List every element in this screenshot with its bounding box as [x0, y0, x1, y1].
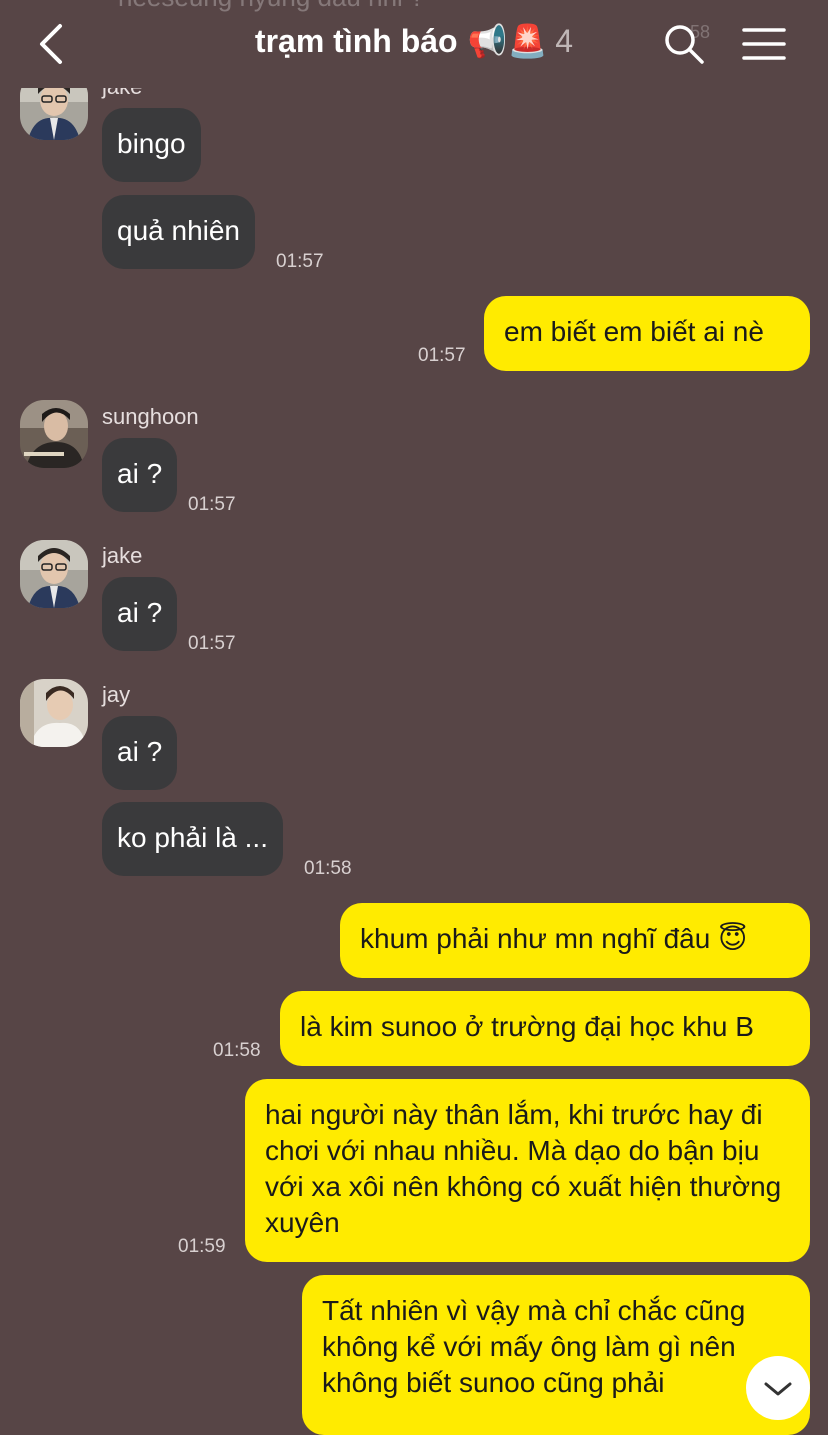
scroll-to-bottom-button[interactable]: [746, 1356, 810, 1420]
message-bubble[interactable]: quả nhiên: [102, 195, 256, 269]
message-time: 01:58: [213, 1040, 261, 1061]
chat-title: trạm tình báo: [254, 23, 458, 59]
chat-area: jake bingo quả nhiên 01:57 01:57 em biết…: [0, 0, 828, 1435]
chevron-down-icon: [764, 1382, 792, 1396]
message-time: 01:57: [276, 251, 324, 272]
hamburger-menu-icon: [742, 28, 786, 60]
message-time: 01:57: [418, 345, 466, 366]
message-bubble[interactable]: ko phải là ...: [102, 802, 283, 876]
search-icon: [665, 25, 704, 64]
message-bubble[interactable]: em biết em biết ai nè: [484, 296, 810, 371]
search-button[interactable]: [662, 22, 706, 66]
message-bubble[interactable]: là kim sunoo ở trường đại học khu B: [280, 991, 810, 1066]
title-emoji: 📢🚨: [467, 23, 548, 59]
message-time: 01:59: [178, 1236, 226, 1257]
message-bubble[interactable]: hai người này thân lắm, khi trước hay đi…: [245, 1079, 810, 1262]
message-bubble[interactable]: khum phải như mn nghĩ đâu 😇: [340, 903, 810, 978]
message-bubble[interactable]: ai ?: [102, 438, 178, 512]
message-time: 01:57: [188, 633, 236, 654]
chat-header: heeseung hyung dau nhi ? 58 trạm tình bá…: [0, 0, 828, 88]
avatar-sunghoon[interactable]: [20, 400, 88, 468]
message-bubble[interactable]: Tất nhiên vì vậy mà chỉ chắc cũng không …: [302, 1275, 810, 1435]
avatar-jay[interactable]: [20, 679, 88, 747]
sender-name: jay: [102, 682, 131, 707]
sender-name: jake: [102, 543, 143, 568]
message-bubble[interactable]: ai ?: [102, 577, 178, 651]
sender-name: sunghoon: [102, 404, 199, 429]
member-count: 4: [555, 23, 574, 59]
menu-button[interactable]: [742, 26, 786, 62]
scrolled-message-preview: heeseung hyung dau nhi ?: [118, 0, 425, 13]
avatar-jake[interactable]: [20, 540, 88, 608]
message-bubble[interactable]: bingo: [102, 108, 201, 182]
message-time: 01:57: [188, 494, 236, 515]
message-bubble[interactable]: ai ?: [102, 716, 178, 790]
message-time: 01:58: [304, 858, 352, 879]
